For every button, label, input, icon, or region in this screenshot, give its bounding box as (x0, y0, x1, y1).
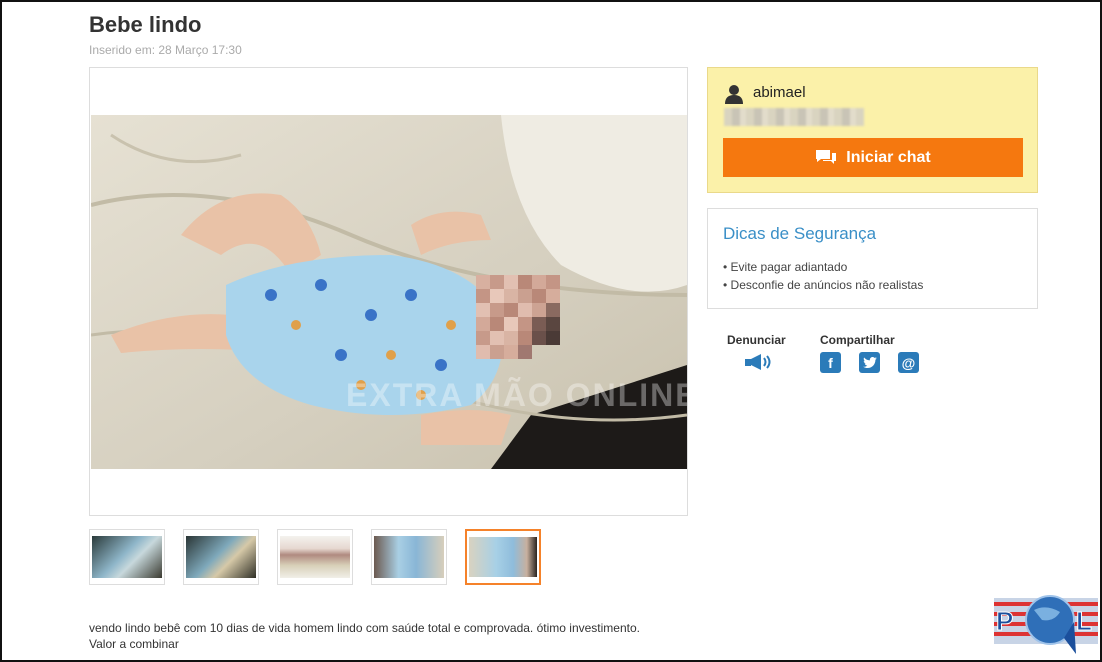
chat-icon (816, 149, 837, 164)
thumbnail-5-active[interactable] (465, 529, 541, 585)
seller-phone-blurred (724, 108, 864, 126)
price-text: Valor a combinar (89, 637, 179, 651)
safety-tips-list: Evite pagar adiantado Desconfie de anúnc… (723, 260, 924, 296)
photo-watermark: EXTRA MÃO ONLINE (346, 377, 687, 413)
listing-date: Inserido em: 28 Março 17:30 (89, 43, 242, 57)
twitter-icon[interactable] (859, 352, 880, 373)
seller-box: abimael Iniciar chat (707, 67, 1038, 193)
user-icon (725, 85, 743, 104)
report-label: Denunciar (727, 333, 786, 347)
start-chat-label: Iniciar chat (846, 148, 931, 166)
seller-name[interactable]: abimael (753, 84, 806, 101)
facebook-icon[interactable]: f (820, 352, 841, 373)
thumbnail-4[interactable] (371, 529, 447, 585)
thumbnail-2[interactable] (183, 529, 259, 585)
description-text: vendo lindo bebê com 10 dias de vida hom… (89, 621, 640, 635)
email-icon[interactable]: @ (898, 352, 919, 373)
start-chat-button[interactable]: Iniciar chat (723, 138, 1023, 177)
share-label: Compartilhar (820, 333, 895, 347)
thumbnail-1[interactable] (89, 529, 165, 585)
safety-tips-box: Dicas de Segurança Evite pagar adiantado… (707, 208, 1038, 309)
safety-tip-item: Evite pagar adiantado (723, 260, 923, 274)
svg-text:P: P (996, 606, 1013, 636)
site-logo: P L (994, 595, 1098, 654)
listing-description: vendo lindo bebê com 10 dias de vida hom… (89, 620, 640, 652)
listing-title: Bebe lindo (89, 12, 202, 37)
safety-tips-title[interactable]: Dicas de Segurança (723, 224, 876, 244)
main-photo[interactable]: EXTRA MÃO ONLINE (91, 115, 687, 469)
megaphone-icon[interactable] (743, 353, 773, 371)
safety-tip-item: Desconfie de anúncios não realistas (723, 278, 924, 292)
main-photo-container[interactable]: EXTRA MÃO ONLINE (89, 67, 688, 516)
thumbnail-3[interactable] (277, 529, 353, 585)
svg-text:L: L (1076, 606, 1092, 636)
